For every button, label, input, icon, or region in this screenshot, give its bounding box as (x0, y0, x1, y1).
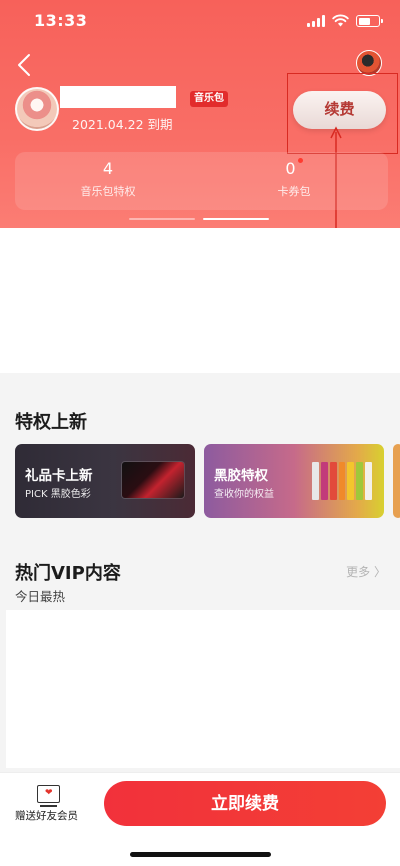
expire-date: 2021.04.22 到期 (72, 117, 173, 132)
vinyl-colors-image (312, 462, 373, 500)
signal-icon (307, 15, 325, 27)
heart-icon: ❤ (45, 788, 53, 798)
section-subtitle: 今日最热 (15, 589, 66, 604)
card-subtitle: 查收你的权益 (214, 489, 274, 500)
banner-area (0, 228, 400, 373)
gift-membership-label[interactable]: 赠送好友会员 (15, 808, 78, 823)
hot-content-list (6, 610, 400, 768)
stat-value: 4 (102, 159, 114, 178)
section-title-privileges: 特权上新 (15, 412, 87, 433)
more-link[interactable]: 更多 〉 (346, 563, 386, 580)
status-icons (307, 14, 383, 27)
stat-value: 0 (285, 159, 296, 178)
page-dot-active (203, 218, 269, 220)
card-subtitle: PICK 黑胶色彩 (25, 489, 91, 500)
stat-value-wrap: 0 (201, 158, 387, 180)
renew-now-button[interactable]: 立即续费 (104, 781, 386, 826)
section-title-hot-vip: 热门VIP内容 (15, 563, 121, 584)
home-indicator (130, 852, 271, 857)
gift-membership-icon[interactable]: ❤ (37, 785, 60, 807)
stat-label: 音乐包特权 (80, 185, 136, 198)
user-avatar[interactable] (15, 87, 59, 131)
privilege-card-gift[interactable]: 礼品卡上新 PICK 黑胶色彩 (15, 444, 195, 518)
wifi-icon (332, 14, 349, 27)
username-redacted (60, 86, 176, 108)
status-time: 13:33 (34, 11, 88, 30)
card-title: 黑胶特权 (214, 468, 268, 484)
stat-coupon-pack[interactable]: 0 卡券包 (201, 158, 387, 199)
stat-label: 卡券包 (277, 185, 311, 198)
gift-card-image (122, 462, 184, 498)
privilege-card-partial[interactable] (393, 444, 400, 518)
privilege-card-vinyl[interactable]: 黑胶特权 查收你的权益 (204, 444, 384, 518)
notification-dot (297, 158, 303, 163)
battery-icon (356, 15, 383, 27)
card-title: 礼品卡上新 (25, 468, 93, 484)
member-stats-card: 4 音乐包特权 0 卡券包 (15, 152, 388, 210)
page-indicator (129, 218, 269, 220)
music-package-badge: 音乐包 (190, 91, 228, 107)
back-icon[interactable] (14, 52, 36, 78)
status-bar: 13:33 (0, 0, 400, 44)
stat-music-privileges[interactable]: 4 音乐包特权 (15, 158, 201, 199)
page-dot (129, 218, 195, 220)
